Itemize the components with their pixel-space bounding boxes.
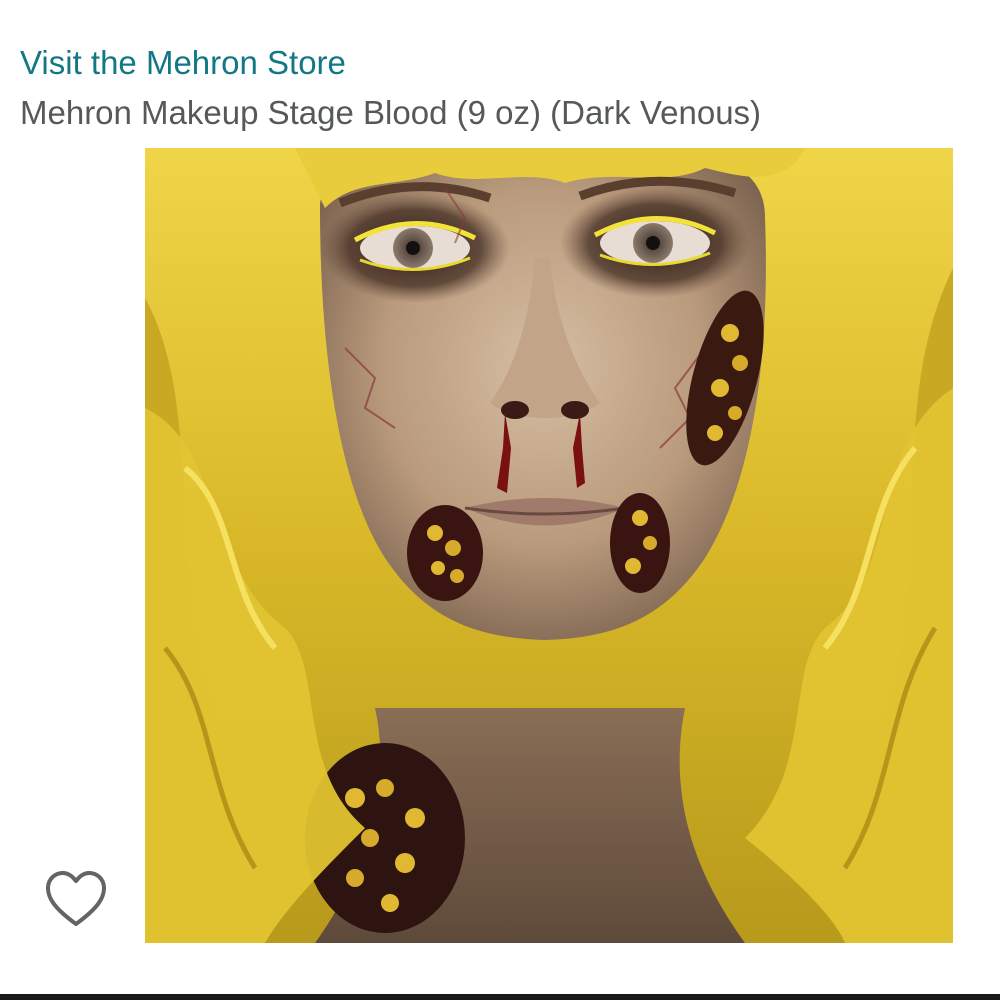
heart-outline-icon[interactable]: [44, 868, 108, 932]
product-image[interactable]: [145, 148, 953, 943]
bottom-divider: [0, 994, 1000, 1000]
product-title: Mehron Makeup Stage Blood (9 oz) (Dark V…: [20, 94, 762, 131]
product-page: Visit the Mehron Store Mehron Makeup Sta…: [0, 0, 1000, 1000]
visit-store-link[interactable]: Visit the Mehron Store: [20, 44, 346, 82]
